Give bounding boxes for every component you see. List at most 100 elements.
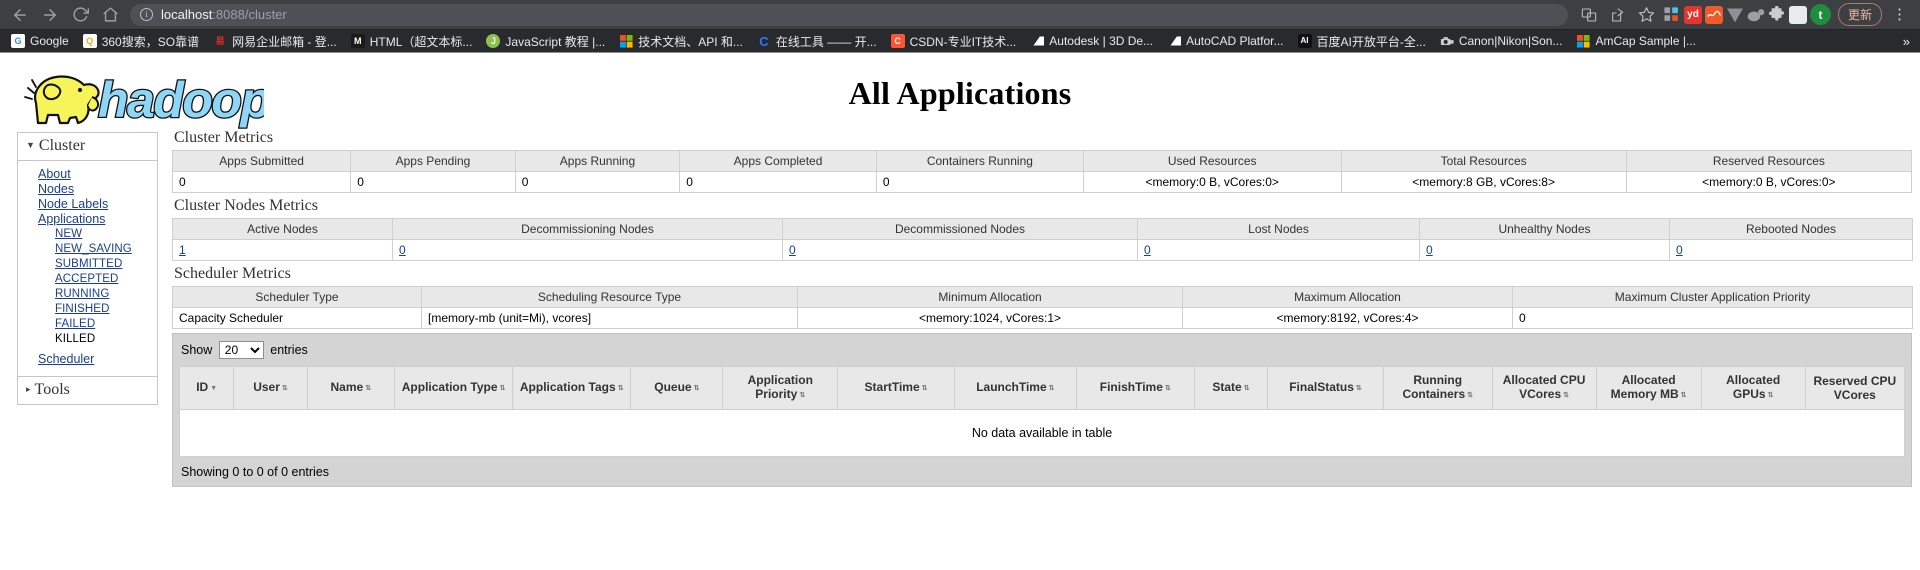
column-header-id[interactable]: ID▼ bbox=[180, 367, 234, 410]
sidebar-item-new-saving[interactable]: NEW_SAVING bbox=[18, 242, 157, 257]
sidebar-item-running[interactable]: RUNNING bbox=[18, 287, 157, 302]
page-size-select[interactable]: 20 40 60 100 bbox=[219, 341, 264, 359]
column-header[interactable]: Decommissioned Nodes bbox=[783, 219, 1138, 240]
bookmark-item[interactable]: GGoogle bbox=[4, 31, 76, 52]
bookmark-item[interactable]: MHTML（超文本标... bbox=[344, 31, 480, 52]
sidebar-item-accepted[interactable]: ACCEPTED bbox=[18, 272, 157, 287]
bookmark-item[interactable]: CCSDN-专业IT技术... bbox=[884, 31, 1024, 52]
column-header-reserved-cpu-vcores[interactable]: Reserved CPU VCores bbox=[1805, 367, 1904, 410]
column-header[interactable]: Active Nodes bbox=[173, 219, 393, 240]
star-icon[interactable] bbox=[1634, 2, 1660, 28]
sidebar-item-node-labels[interactable]: Node Labels bbox=[18, 197, 157, 212]
column-header[interactable]: Minimum Allocation bbox=[798, 287, 1183, 308]
bookmark-item[interactable]: 易网易企业邮箱 - 登... bbox=[206, 31, 344, 52]
column-header[interactable]: Reserved Resources bbox=[1626, 151, 1911, 172]
sidebar-item-about[interactable]: About bbox=[18, 167, 157, 182]
column-header[interactable]: Apps Running bbox=[515, 151, 679, 172]
info-circle-icon[interactable]: i bbox=[140, 8, 153, 21]
column-header-launchtime[interactable]: LaunchTime⇅ bbox=[955, 367, 1077, 410]
sidebar-item-finished[interactable]: FINISHED bbox=[18, 302, 157, 317]
column-header-allocated-gpus[interactable]: Allocated GPUs⇅ bbox=[1701, 367, 1805, 410]
column-header[interactable]: Rebooted Nodes bbox=[1670, 219, 1913, 240]
update-button[interactable]: 更新 bbox=[1838, 3, 1882, 26]
column-header[interactable]: Scheduler Type bbox=[173, 287, 422, 308]
column-header[interactable]: Apps Completed bbox=[680, 151, 877, 172]
table-cell-active-nodes[interactable]: 1 bbox=[173, 240, 393, 261]
sidebar-item-submitted[interactable]: SUBMITTED bbox=[18, 257, 157, 272]
sidebar-item-new[interactable]: NEW bbox=[18, 227, 157, 242]
sidebar-item-nodes[interactable]: Nodes bbox=[18, 182, 157, 197]
table-cell[interactable]: 0 bbox=[1420, 240, 1670, 261]
table-cell[interactable]: 0 bbox=[783, 240, 1138, 261]
home-icon[interactable] bbox=[96, 1, 124, 29]
share-icon[interactable] bbox=[1605, 2, 1631, 28]
bookmark-item[interactable]: AI百度AI开放平台-全... bbox=[1291, 31, 1433, 52]
column-header-starttime[interactable]: StartTime⇅ bbox=[838, 367, 955, 410]
kebab-menu-icon[interactable]: ⋮ bbox=[1885, 7, 1914, 22]
bookmark-item[interactable]: AutoCAD Platfor... bbox=[1160, 31, 1290, 52]
table-cell[interactable]: 0 bbox=[393, 240, 783, 261]
column-header-label: FinalStatus bbox=[1289, 380, 1354, 394]
bookmark-item[interactable]: JJavaScript 教程 |... bbox=[479, 31, 612, 52]
column-header[interactable]: Maximum Cluster Application Priority bbox=[1513, 287, 1913, 308]
back-arrow-icon[interactable] bbox=[6, 1, 34, 29]
reload-icon[interactable] bbox=[66, 1, 94, 29]
column-header[interactable]: Maximum Allocation bbox=[1183, 287, 1513, 308]
column-header-queue[interactable]: Queue⇅ bbox=[631, 367, 723, 410]
table-cell[interactable]: 0 bbox=[1138, 240, 1420, 261]
bookmark-item[interactable]: C在线工具 —— 开... bbox=[750, 31, 884, 52]
v-extension-icon[interactable] bbox=[1726, 6, 1744, 24]
column-header-application-type[interactable]: Application Type⇅ bbox=[395, 367, 513, 410]
sidebar-item-killed[interactable]: KILLED bbox=[18, 332, 157, 347]
bookmark-item[interactable]: Autodesk | 3D De... bbox=[1023, 31, 1160, 52]
applications-datatable: Show 20 40 60 100 entries ID▼ bbox=[172, 333, 1912, 487]
column-header-state[interactable]: State⇅ bbox=[1194, 367, 1267, 410]
column-header[interactable]: Lost Nodes bbox=[1138, 219, 1420, 240]
js-tutorial-favicon: J bbox=[486, 34, 500, 48]
sidebar-section-cluster[interactable]: ▼Cluster bbox=[17, 132, 158, 161]
column-header-name[interactable]: Name⇅ bbox=[307, 367, 394, 410]
forward-arrow-icon[interactable] bbox=[36, 1, 64, 29]
column-header[interactable]: Unhealthy Nodes bbox=[1420, 219, 1670, 240]
bookmark-item[interactable]: AmCap Sample |... bbox=[1569, 31, 1703, 52]
url-path: :8088/cluster bbox=[212, 7, 286, 22]
column-header[interactable]: Apps Submitted bbox=[173, 151, 351, 172]
column-header[interactable]: Total Resources bbox=[1341, 151, 1626, 172]
column-header-finishtime[interactable]: FinishTime⇅ bbox=[1076, 367, 1194, 410]
orange-wave-extension-icon[interactable] bbox=[1705, 6, 1723, 24]
table-cell: 0 bbox=[680, 172, 877, 193]
sidebar-item-failed[interactable]: FAILED bbox=[18, 317, 157, 332]
column-header[interactable]: Containers Running bbox=[876, 151, 1083, 172]
square-extension-icon[interactable] bbox=[1789, 6, 1807, 24]
bookmark-item[interactable]: 技术文档、API 和... bbox=[612, 31, 750, 52]
sidebar-item-scheduler[interactable]: Scheduler bbox=[18, 352, 157, 367]
column-header-running-containers[interactable]: Running Containers⇅ bbox=[1383, 367, 1492, 410]
column-header-allocated-memory-mb[interactable]: Allocated Memory MB⇅ bbox=[1596, 367, 1701, 410]
table-cell[interactable]: 0 bbox=[1670, 240, 1913, 261]
column-header-application-priority[interactable]: Application Priority⇅ bbox=[723, 367, 838, 410]
column-header-label: Queue bbox=[654, 380, 691, 394]
translate-icon[interactable] bbox=[1576, 2, 1602, 28]
column-header[interactable]: Decommissioning Nodes bbox=[393, 219, 783, 240]
youdao-extension-icon[interactable]: yd bbox=[1684, 6, 1702, 24]
weibo-extension-icon[interactable] bbox=[1747, 6, 1765, 24]
extension-grid-icon[interactable] bbox=[1663, 6, 1681, 24]
bookmark-item[interactable]: Q360搜索，SO靠谱 bbox=[76, 31, 206, 52]
sidebar-section-tools[interactable]: ▸Tools bbox=[17, 377, 158, 405]
cluster-nodes-metrics-title: Cluster Nodes Metrics bbox=[174, 197, 1920, 215]
bookmark-item[interactable]: Canon|Nikon|Son... bbox=[1433, 31, 1570, 52]
column-header-label: StartTime bbox=[865, 380, 920, 394]
sort-icon: ⇅ bbox=[1165, 385, 1171, 392]
column-header-finalstatus[interactable]: FinalStatus⇅ bbox=[1268, 367, 1384, 410]
column-header-user[interactable]: User⇅ bbox=[234, 367, 307, 410]
column-header[interactable]: Apps Pending bbox=[351, 151, 515, 172]
column-header-allocated-cpu-vcores[interactable]: Allocated CPU VCores⇅ bbox=[1492, 367, 1596, 410]
sidebar-item-applications[interactable]: Applications bbox=[18, 212, 157, 227]
column-header-application-tags[interactable]: Application Tags⇅ bbox=[513, 367, 631, 410]
address-bar[interactable]: i localhost:8088/cluster bbox=[130, 4, 1568, 26]
puzzle-extensions-icon[interactable] bbox=[1768, 6, 1786, 24]
bookmarks-overflow-button[interactable]: » bbox=[1897, 34, 1916, 49]
column-header[interactable]: Used Resources bbox=[1083, 151, 1341, 172]
avatar[interactable]: t bbox=[1810, 4, 1831, 25]
column-header[interactable]: Scheduling Resource Type bbox=[422, 287, 798, 308]
